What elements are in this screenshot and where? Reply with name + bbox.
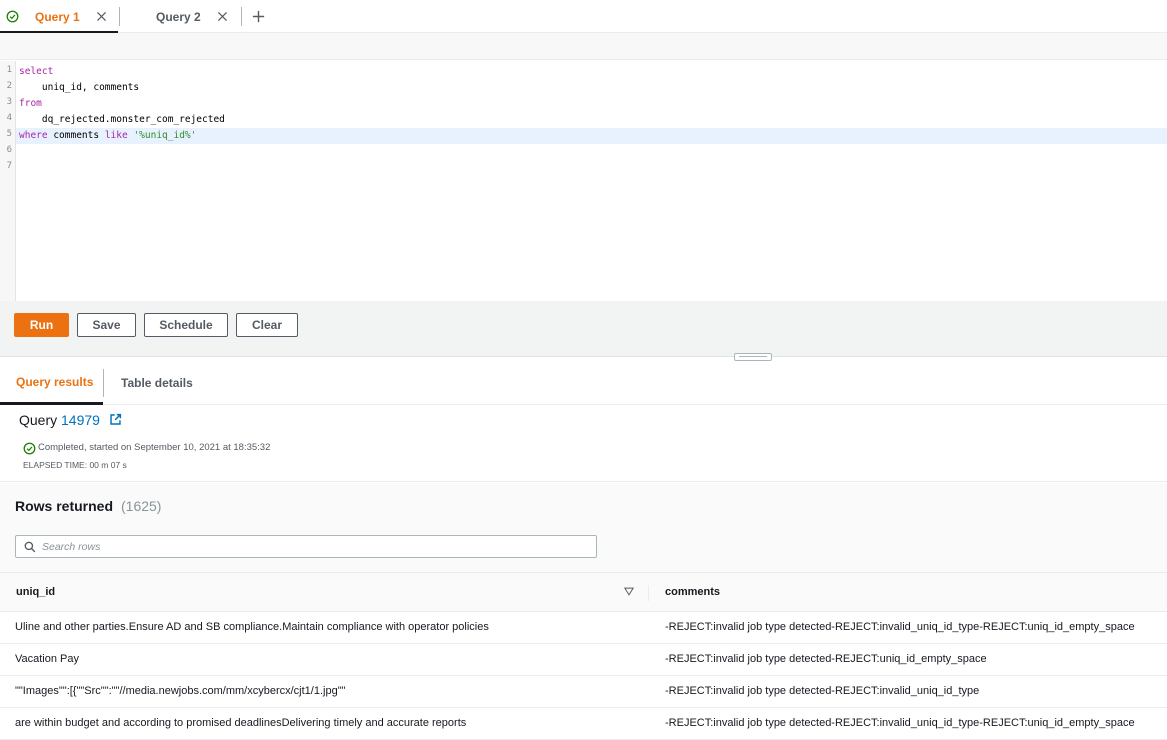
cell-uniq-id: Vacation Pay (15, 653, 80, 665)
tab-divider (241, 7, 242, 26)
code-line[interactable]: dq_rejected.monster_com_rejected (16, 112, 1167, 128)
rows-returned-section: Rows returned (1625) uniq_id comments Ul… (0, 483, 1167, 740)
sql-token: comments (47, 130, 105, 141)
elapsed-time: ELAPSED TIME: 00 m 07 s (23, 460, 127, 470)
editor-actions: Run Save Schedule Clear (0, 301, 1167, 357)
add-tab-icon[interactable] (251, 9, 266, 24)
column-divider (648, 585, 649, 601)
schedule-button[interactable]: Schedule (144, 313, 228, 337)
line-number: 1 (6, 65, 12, 75)
table-row[interactable]: Uline and other parties.Ensure AD and SB… (0, 612, 1167, 644)
line-number: 2 (6, 81, 12, 91)
result-tabs: Query results Table details (0, 361, 1167, 405)
tab-table-details[interactable]: Table details (104, 361, 193, 405)
save-button[interactable]: Save (77, 313, 136, 337)
line-number: 7 (6, 161, 12, 171)
sql-keyword: like (104, 130, 128, 141)
search-rows-input[interactable] (42, 538, 582, 555)
tab-query-2-label: Query 2 (156, 10, 201, 24)
tab-divider (119, 7, 120, 26)
line-number: 3 (6, 97, 12, 107)
cell-uniq-id: Uline and other parties.Ensure AD and SB… (15, 621, 489, 633)
run-button[interactable]: Run (14, 313, 69, 337)
close-icon[interactable] (95, 10, 108, 23)
check-circle-icon (6, 10, 19, 23)
code-line[interactable]: select (16, 64, 1167, 80)
tab-query-1[interactable]: Query 1 (0, 0, 118, 33)
tab-query-results[interactable]: Query results (0, 361, 103, 405)
search-icon (24, 541, 36, 553)
tab-query-1-label: Query 1 (35, 10, 80, 24)
close-icon[interactable] (216, 10, 229, 23)
rows-count: (1625) (121, 498, 162, 514)
tab-query-2[interactable]: Query 2 (122, 0, 240, 33)
sql-keyword: where (19, 130, 48, 141)
sql-string: '%uniq_id%' (133, 130, 197, 141)
code-line[interactable]: uniq_id, comments (16, 80, 1167, 96)
line-number: 4 (6, 113, 12, 123)
line-number: 5 (6, 129, 12, 139)
clear-button[interactable]: Clear (236, 313, 298, 337)
column-header-uniq-id[interactable]: uniq_id (16, 586, 55, 598)
cell-uniq-id: are within budget and according to promi… (15, 717, 467, 729)
line-number: 6 (6, 145, 12, 155)
sort-descending-icon[interactable] (624, 587, 634, 596)
sql-editor[interactable]: 1 2 3 4 5 6 7 select uniq_id, comments from dq_… (0, 61, 1167, 301)
column-header-comments[interactable]: comments (665, 586, 720, 598)
sql-keyword: from (19, 98, 42, 109)
sql-token: dq_rejected.monster_com_rejected (19, 114, 225, 125)
search-box[interactable] (15, 535, 597, 558)
table-row[interactable]: ""Images"":[{""Src"":""//media.newjobs.c… (0, 676, 1167, 708)
table-row[interactable]: Vacation Pay -REJECT:invalid job type de… (0, 644, 1167, 676)
query-status: Completed, started on September 10, 2021… (38, 442, 271, 453)
code-line[interactable] (16, 144, 1167, 160)
query-info-panel: Query 14979 Completed, started on Septem… (0, 405, 1167, 482)
table-header: uniq_id comments (0, 572, 1167, 612)
line-number-gutter: 1 2 3 4 5 6 7 (0, 61, 16, 301)
code-line[interactable]: where comments like '%uniq_id%' (16, 128, 1167, 144)
cell-comments: -REJECT:invalid job type detected-REJECT… (665, 717, 1135, 729)
sql-keyword: select (19, 66, 54, 77)
external-link-icon[interactable] (109, 413, 122, 426)
cell-uniq-id: ""Images"":[{""Src"":""//media.newjobs.c… (15, 685, 346, 697)
editor-toolbar (0, 33, 1167, 60)
query-title-prefix: Query (19, 412, 58, 428)
panel-resize-handle[interactable] (734, 353, 772, 361)
code-line[interactable]: from (16, 96, 1167, 112)
query-tab-bar: Query 1 Query 2 (0, 0, 1167, 33)
code-line[interactable] (16, 160, 1167, 176)
query-id-link[interactable]: 14979 (61, 412, 100, 428)
success-icon (23, 442, 36, 455)
cell-comments: -REJECT:invalid job type detected-REJECT… (665, 685, 980, 697)
table-row[interactable]: are within budget and according to promi… (0, 708, 1167, 740)
sql-token: uniq_id, comments (19, 82, 140, 93)
rows-returned-title: Rows returned (15, 498, 114, 514)
cell-comments: -REJECT:invalid job type detected-REJECT… (665, 653, 987, 665)
query-title: Query 14979 (19, 412, 100, 428)
cell-comments: -REJECT:invalid job type detected-REJECT… (665, 621, 1135, 633)
